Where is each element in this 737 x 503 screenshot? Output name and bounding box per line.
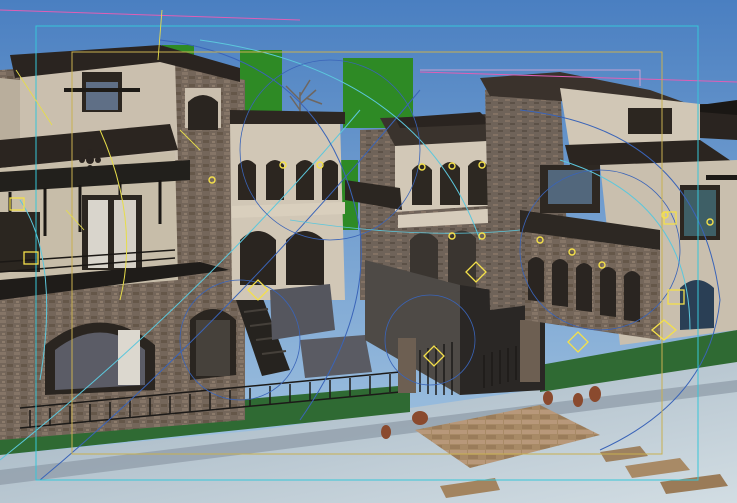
scene-canvas[interactable] (0, 0, 737, 503)
3d-viewport[interactable] (0, 0, 737, 503)
villa-left (0, 45, 245, 440)
